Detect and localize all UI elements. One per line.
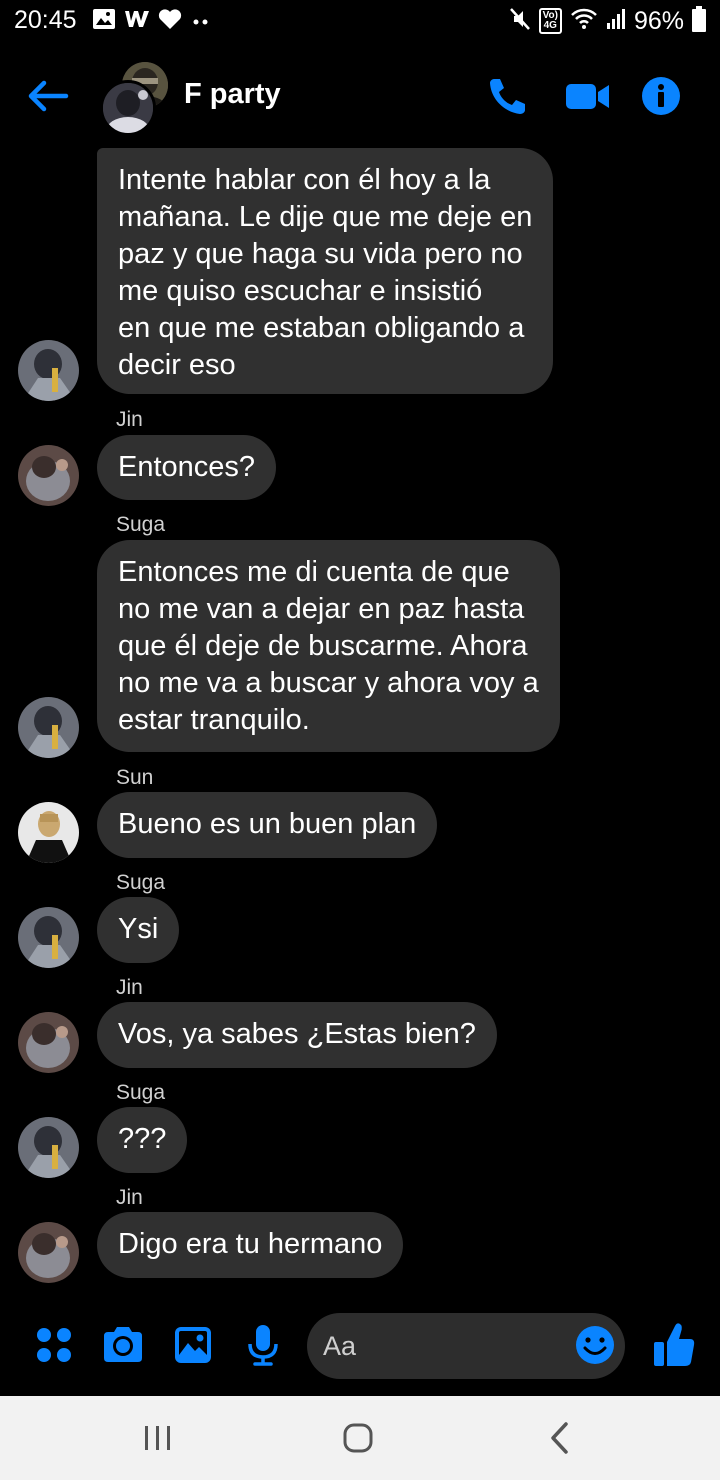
- message-text-line: decir eso: [118, 349, 236, 381]
- message-composer: [0, 1300, 720, 1395]
- info-icon: [642, 77, 680, 115]
- message-text-line: paz y que haga su vida pero no: [118, 238, 523, 270]
- mute-icon: [509, 7, 531, 36]
- message-text-line: estar tranquilo.: [118, 704, 310, 736]
- battery-icon: [692, 5, 706, 37]
- message-bubble[interactable]: Ysi: [97, 897, 180, 963]
- message-text-line: Ysi: [118, 913, 159, 945]
- status-right-icons: Vo) 4G 96%: [509, 5, 706, 37]
- status-left-icons: [92, 8, 212, 34]
- nav-back-button[interactable]: [540, 1418, 580, 1458]
- message-text-line: no me van a dejar en paz hasta: [118, 593, 525, 625]
- sender-avatar[interactable]: [18, 907, 79, 968]
- message-text-line: que él deje de buscarme. Ahora: [118, 630, 528, 662]
- home-button[interactable]: [338, 1418, 378, 1458]
- heart-icon: [158, 8, 182, 35]
- recent-apps-button[interactable]: [138, 1418, 178, 1458]
- camera-icon: [104, 1327, 142, 1362]
- phone-icon: [490, 79, 525, 114]
- battery-percent: 96%: [633, 6, 684, 35]
- chat-header: F party: [0, 56, 720, 136]
- message-text-line: Vos, ya sabes ¿Estas bien?: [118, 1018, 476, 1050]
- gallery-button[interactable]: [170, 1322, 216, 1368]
- sender-avatar[interactable]: [18, 1222, 79, 1283]
- message-bubble[interactable]: Vos, ya sabes ¿Estas bien?: [97, 1002, 497, 1068]
- message-bubble[interactable]: Entonces me di cuenta de que no me van a…: [97, 540, 560, 752]
- like-button[interactable]: [650, 1320, 698, 1370]
- video-icon: [566, 84, 609, 109]
- more-dots-icon: [190, 8, 212, 35]
- message-bubble[interactable]: ???: [97, 1107, 188, 1173]
- message-bubble[interactable]: Bueno es un buen plan: [97, 792, 438, 858]
- sender-avatar[interactable]: [18, 340, 79, 401]
- back-arrow-icon: [28, 80, 69, 112]
- signal-icon: [606, 7, 626, 36]
- group-avatar[interactable]: [100, 60, 170, 136]
- status-bar: 20:45 Vo) 4G 96%: [0, 0, 720, 44]
- message-bubble[interactable]: Intente hablar con él hoy a la mañana. L…: [97, 148, 554, 394]
- sender-name: Suga: [116, 1081, 166, 1104]
- message-bubble[interactable]: Digo era tu hermano: [97, 1212, 404, 1278]
- volte-icon: Vo) 4G: [538, 8, 562, 34]
- message-text-line: ???: [118, 1123, 167, 1155]
- voice-call-button[interactable]: [486, 76, 528, 116]
- wifi-icon: [570, 7, 598, 36]
- message-text-line: Digo era tu hermano: [118, 1228, 383, 1260]
- image-icon: [92, 8, 116, 35]
- system-nav-bar: [0, 1396, 720, 1480]
- recent-apps-icon: [145, 1426, 170, 1450]
- message-text-line: Bueno es un buen plan: [118, 808, 417, 840]
- message-text-line: Entonces me di cuenta de que: [118, 556, 510, 588]
- sender-avatar[interactable]: [18, 697, 79, 758]
- gallery-icon: [175, 1327, 211, 1363]
- sender-avatar[interactable]: [18, 802, 79, 863]
- message-bubble[interactable]: Entonces?: [97, 435, 277, 500]
- microphone-icon: [248, 1325, 278, 1366]
- apps-grid-icon: [37, 1328, 71, 1362]
- sender-name: Suga: [116, 513, 166, 536]
- sender-name: Jin: [116, 1186, 143, 1209]
- message-text-line: Entonces?: [118, 451, 256, 483]
- sender-name: Sun: [116, 766, 154, 789]
- member-avatar: [100, 80, 156, 136]
- message-text-line: en que me estaban obligando a: [118, 312, 525, 344]
- back-button[interactable]: [26, 76, 70, 116]
- sender-name: Jin: [116, 408, 143, 431]
- emoji-button[interactable]: [574, 1324, 616, 1366]
- status-time: 20:45: [14, 6, 77, 34]
- message-text-line: mañana. Le dije que me deje en: [118, 201, 533, 233]
- back-icon: [551, 1422, 568, 1454]
- message-text-line: Intente hablar con él hoy a la: [118, 164, 491, 196]
- info-button[interactable]: [641, 76, 683, 116]
- sender-avatar[interactable]: [18, 1117, 79, 1178]
- w-app-icon: [124, 8, 150, 35]
- sender-avatar[interactable]: [18, 445, 79, 506]
- message-text-line: no me va a buscar y ahora voy a: [118, 667, 539, 699]
- camera-button[interactable]: [100, 1322, 146, 1368]
- apps-button[interactable]: [32, 1322, 78, 1368]
- message-text-line: me quiso escuchar e insistió: [118, 275, 483, 307]
- voice-record-button[interactable]: [240, 1322, 286, 1368]
- thumbs-up-icon: [654, 1323, 695, 1366]
- sender-avatar[interactable]: [18, 1012, 79, 1073]
- emoji-icon: [576, 1326, 614, 1364]
- chat-title[interactable]: F party: [184, 78, 281, 111]
- sender-name: Jin: [116, 976, 143, 999]
- sender-name: Suga: [116, 871, 166, 894]
- home-icon: [343, 1423, 373, 1453]
- video-call-button[interactable]: [564, 76, 612, 116]
- message-list[interactable]: Intente hablar con él hoy a la mañana. L…: [0, 140, 720, 1295]
